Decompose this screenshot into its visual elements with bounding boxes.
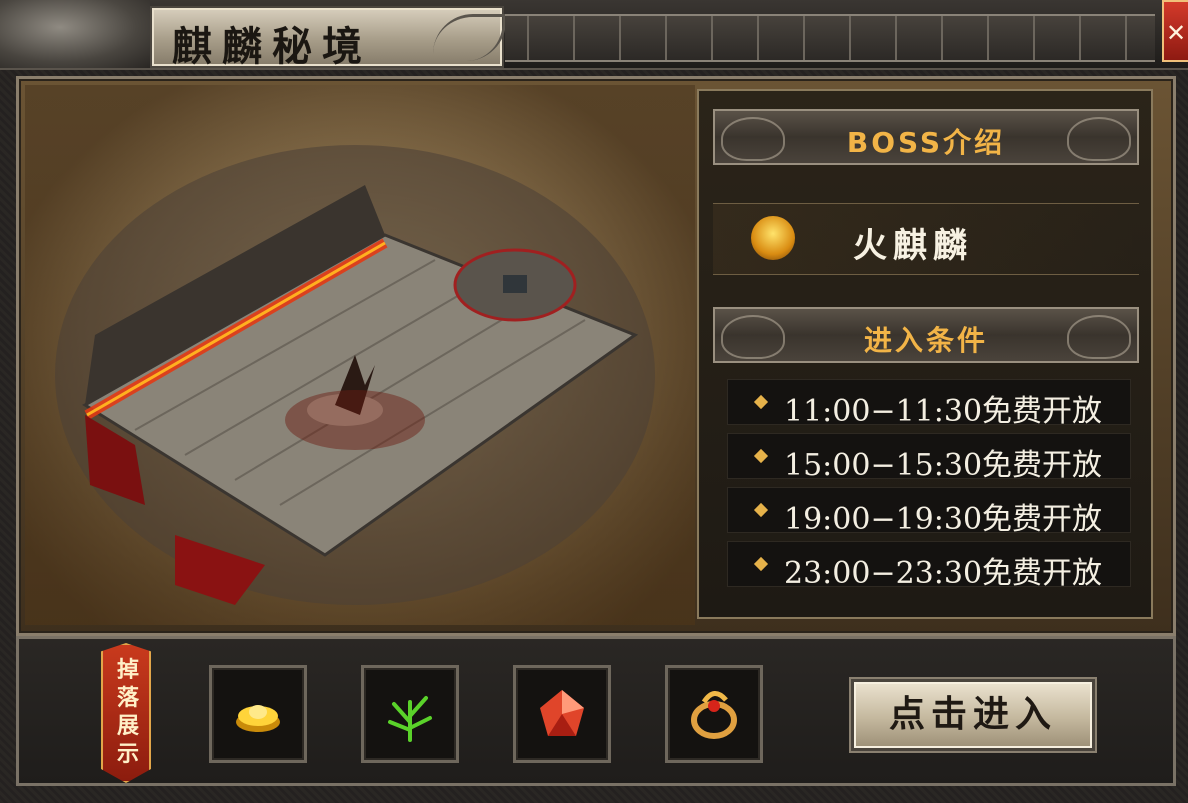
time-slot-row: 15:00−15:30免费开放 bbox=[727, 433, 1131, 483]
qilin-emblem-icon bbox=[751, 216, 795, 260]
info-panel: BOSS介绍 火麒麟 进入条件 11:00−11:30免费开放 15:00−15… bbox=[697, 89, 1153, 619]
ring-icon bbox=[691, 691, 737, 739]
title-bar: 麒麟秘境 ✕ bbox=[0, 0, 1188, 70]
diamond-bullet-icon bbox=[753, 394, 769, 410]
drop-label: 掉落展示 bbox=[103, 657, 151, 769]
drop-label-text: 掉落展示 bbox=[116, 658, 139, 767]
boss-intro-title: BOSS介绍 bbox=[846, 126, 1006, 159]
time-slot-text: 19:00−19:30免费开放 bbox=[784, 502, 1103, 537]
time-slot-text: 23:00−23:30免费开放 bbox=[784, 556, 1103, 591]
gold-ingot-icon bbox=[236, 705, 280, 732]
diamond-bullet-icon bbox=[753, 502, 769, 518]
dungeon-map-image bbox=[25, 85, 695, 625]
red-gem-icon bbox=[540, 690, 584, 736]
time-slot-text: 11:00−11:30免费开放 bbox=[784, 394, 1103, 429]
drop-slot-gold-ingot[interactable] bbox=[209, 665, 307, 763]
boss-name: 火麒麟 bbox=[853, 226, 973, 266]
entry-conditions-header: 进入条件 bbox=[713, 307, 1139, 363]
herb-icon bbox=[388, 696, 432, 742]
main-panel: BOSS介绍 火麒麟 进入条件 11:00−11:30免费开放 15:00−15… bbox=[16, 76, 1176, 636]
title-decoration-strip bbox=[505, 14, 1155, 62]
diamond-bullet-icon bbox=[753, 556, 769, 572]
boss-intro-header: BOSS介绍 bbox=[713, 109, 1139, 165]
swirl-ornament-icon bbox=[433, 14, 506, 61]
drop-slot-ring[interactable] bbox=[665, 665, 763, 763]
close-button[interactable]: ✕ bbox=[1162, 0, 1188, 62]
drop-banner: 掉落展示 bbox=[101, 643, 151, 783]
entry-conditions-title: 进入条件 bbox=[863, 324, 988, 357]
dialog-frame: 麒麟秘境 ✕ BOSS介绍 火麒麟 进入条件 11:00−11:30免费开放 1… bbox=[0, 0, 1188, 803]
time-slot-row: 11:00−11:30免费开放 bbox=[727, 379, 1131, 429]
time-slot-text: 15:00−15:30免费开放 bbox=[784, 448, 1103, 483]
drop-slot-red-gem[interactable] bbox=[513, 665, 611, 763]
diamond-bullet-icon bbox=[753, 448, 769, 464]
drop-display-bar: 掉落展示 点击进入 bbox=[16, 636, 1176, 786]
title-plate: 麒麟秘境 bbox=[150, 6, 506, 70]
window-title: 麒麟秘境 bbox=[172, 23, 372, 70]
drop-slot-herb[interactable] bbox=[361, 665, 459, 763]
boss-row: 火麒麟 bbox=[713, 203, 1139, 275]
enter-button[interactable]: 点击进入 bbox=[851, 679, 1095, 751]
time-slot-row: 19:00−19:30免费开放 bbox=[727, 487, 1131, 537]
dragon-ornament-icon bbox=[0, 0, 150, 68]
time-slot-row: 23:00−23:30免费开放 bbox=[727, 541, 1131, 591]
